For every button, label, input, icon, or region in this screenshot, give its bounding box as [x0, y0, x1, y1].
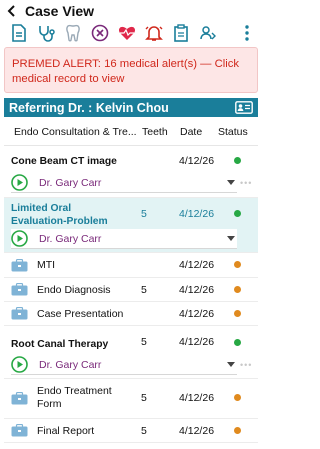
document-icon[interactable] [9, 23, 29, 43]
row-date: 4/12/26 [179, 392, 215, 404]
table-row[interactable]: Case Presentation 4/12/26 [4, 302, 258, 326]
alert-text: PREMED ALERT: 16 medical alert(s) — Clic… [12, 58, 240, 85]
more-horizontal-icon[interactable]: ••• [240, 178, 252, 188]
briefcase-icon [11, 258, 28, 272]
row-teeth: 5 [141, 392, 147, 404]
table-row[interactable]: Cone Beam CT image 4/12/26 Dr. Gary Carr… [4, 146, 258, 198]
more-horizontal-icon[interactable]: ••• [240, 360, 252, 370]
row-date: 4/12/26 [179, 336, 215, 348]
chevron-down-icon[interactable] [227, 362, 235, 367]
row-teeth: 5 [141, 208, 147, 220]
table-row[interactable]: Final Report 5 4/12/26 [4, 419, 258, 443]
col-procedure[interactable]: Endo Consultation & Tre... [14, 126, 137, 138]
play-circle-icon[interactable] [11, 174, 28, 191]
chevron-down-icon[interactable] [227, 236, 235, 241]
doctor-name: Dr. Gary Carr [39, 176, 102, 189]
row-teeth: 5 [141, 336, 147, 348]
row-date: 4/12/26 [179, 425, 215, 437]
more-vertical-icon[interactable] [242, 23, 252, 43]
table-row[interactable]: Endo Treatment Form 5 4/12/26 [4, 379, 258, 419]
tooth-icon[interactable] [63, 23, 83, 43]
task-name: Endo Diagnosis [37, 284, 111, 296]
col-status[interactable]: Status [218, 126, 248, 138]
table-row[interactable]: Root Canal Therapy 5 4/12/26 Dr. Gary Ca… [4, 326, 258, 379]
status-dot [234, 427, 241, 434]
table-row[interactable]: Limited Oral Evaluation-Problem Focused … [4, 198, 258, 253]
status-dot [234, 394, 241, 401]
status-dot [234, 286, 241, 293]
row-date: 4/12/26 [179, 208, 215, 220]
clipboard-icon[interactable] [171, 23, 191, 43]
table-header: Endo Consultation & Tre... Teeth Date St… [4, 117, 258, 146]
status-dot [234, 261, 241, 268]
procedure-name: Root Canal Therapy [11, 339, 109, 350]
premed-alert-banner[interactable]: PREMED ALERT: 16 medical alert(s) — Clic… [4, 47, 258, 93]
referring-doctor-bar: Referring Dr. : Kelvin Chou [4, 98, 258, 117]
referring-doctor-label: Referring Dr. : Kelvin Chou [9, 100, 169, 115]
doctor-name: Dr. Gary Carr [39, 232, 102, 245]
task-name: Final Report [37, 425, 95, 437]
table-row[interactable]: MTI 4/12/26 [4, 253, 258, 278]
status-dot [234, 157, 241, 164]
row-teeth: 5 [141, 284, 147, 296]
people-swap-icon[interactable] [198, 23, 218, 43]
row-date: 4/12/26 [179, 284, 215, 296]
status-dot [234, 210, 241, 217]
status-dot [234, 339, 241, 346]
col-date[interactable]: Date [180, 126, 202, 138]
row-date: 4/12/26 [179, 259, 215, 271]
page-title: Case View [25, 3, 95, 19]
doctor-select[interactable]: Dr. Gary Carr [11, 355, 237, 375]
briefcase-icon [11, 282, 28, 296]
alarm-bell-icon[interactable] [144, 23, 164, 43]
briefcase-icon [11, 391, 28, 405]
back-arrow-icon[interactable] [4, 3, 20, 19]
cancel-circle-icon[interactable] [90, 23, 110, 43]
toolbar [0, 22, 261, 44]
row-date: 4/12/26 [179, 308, 215, 320]
task-name: Endo Treatment Form [37, 385, 112, 410]
doctor-name: Dr. Gary Carr [39, 358, 102, 371]
chevron-down-icon[interactable] [227, 180, 235, 185]
doctor-select[interactable]: Dr. Gary Carr [11, 229, 237, 249]
task-name: MTI [37, 259, 56, 271]
status-dot [234, 310, 241, 317]
id-card-icon[interactable] [235, 101, 253, 114]
heart-pulse-icon[interactable] [117, 23, 137, 43]
briefcase-icon [11, 306, 28, 320]
play-circle-icon[interactable] [11, 356, 28, 373]
col-teeth[interactable]: Teeth [142, 126, 168, 138]
stethoscope-icon[interactable] [36, 23, 56, 43]
row-date: 4/12/26 [179, 155, 215, 167]
briefcase-icon [11, 423, 28, 437]
doctor-select[interactable]: Dr. Gary Carr [11, 173, 237, 193]
task-name: Case Presentation [37, 308, 124, 320]
procedure-name: Cone Beam CT image [11, 156, 117, 167]
app-header: Case View [0, 0, 261, 22]
play-circle-icon[interactable] [11, 230, 28, 247]
table-row[interactable]: Endo Diagnosis 5 4/12/26 [4, 278, 258, 302]
row-teeth: 5 [141, 425, 147, 437]
